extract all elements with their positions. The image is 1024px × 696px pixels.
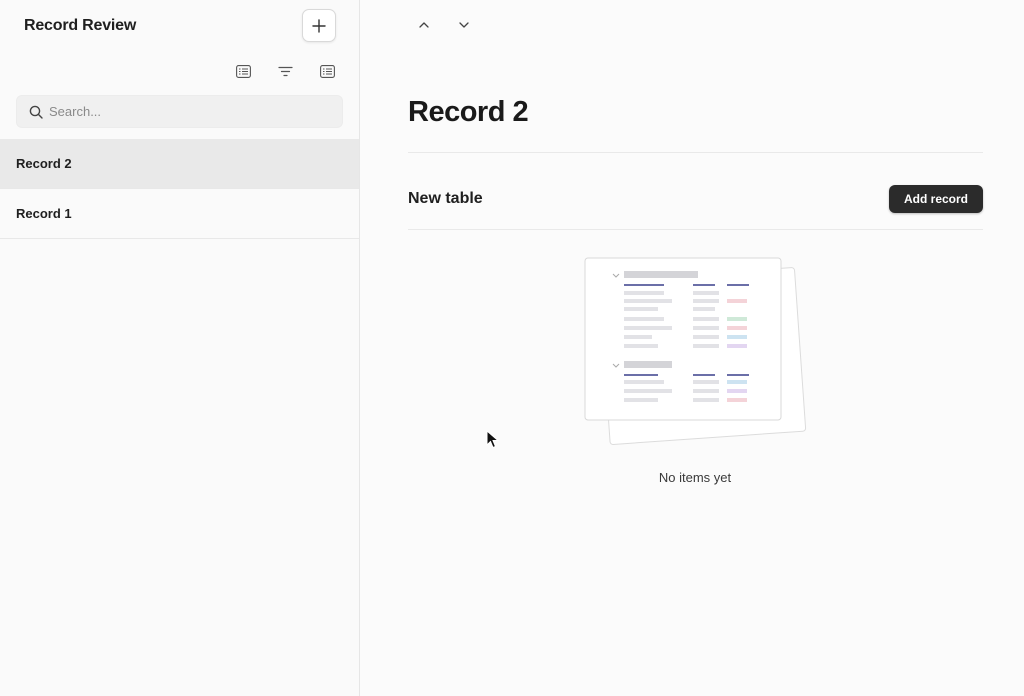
main-panel: Record 2 New table Add record No items y… xyxy=(361,0,1024,696)
mouse-cursor-icon xyxy=(486,430,500,449)
previous-record-button[interactable] xyxy=(415,16,433,34)
details-view-button[interactable] xyxy=(318,62,336,80)
filter-button[interactable] xyxy=(276,62,294,80)
app-title: Record Review xyxy=(24,17,137,34)
record-item[interactable]: Record 2 xyxy=(0,139,359,189)
search-icon xyxy=(29,105,43,119)
empty-state-text: No items yet xyxy=(658,470,732,485)
add-record-sidebar-button[interactable] xyxy=(302,9,336,42)
search-input[interactable] xyxy=(49,104,329,119)
plus-icon xyxy=(312,18,326,33)
record-list: Record 2 Record 1 xyxy=(0,139,359,239)
title-divider xyxy=(408,152,983,153)
page-title: Record 2 xyxy=(408,96,529,128)
search-box[interactable] xyxy=(16,95,343,128)
list-icon xyxy=(235,64,251,78)
chevron-down-icon xyxy=(459,22,469,28)
add-record-button[interactable]: Add record xyxy=(889,185,983,213)
sidebar: Record Review Search... Record 2 Record … xyxy=(0,0,360,696)
empty-table-illustration xyxy=(584,257,807,445)
list-icon xyxy=(319,64,335,78)
next-record-button[interactable] xyxy=(455,16,473,34)
list-view-button[interactable] xyxy=(234,62,252,80)
record-item-label: Record 2 xyxy=(16,156,72,171)
chevron-up-icon xyxy=(419,22,429,28)
app-window: Record Review Search... Record 2 Record … xyxy=(0,0,1024,696)
record-item[interactable]: Record 1 xyxy=(0,189,359,239)
record-item-label: Record 1 xyxy=(16,206,72,221)
section-title: New table xyxy=(408,190,483,207)
filter-icon xyxy=(277,66,293,76)
section-divider xyxy=(408,229,983,230)
